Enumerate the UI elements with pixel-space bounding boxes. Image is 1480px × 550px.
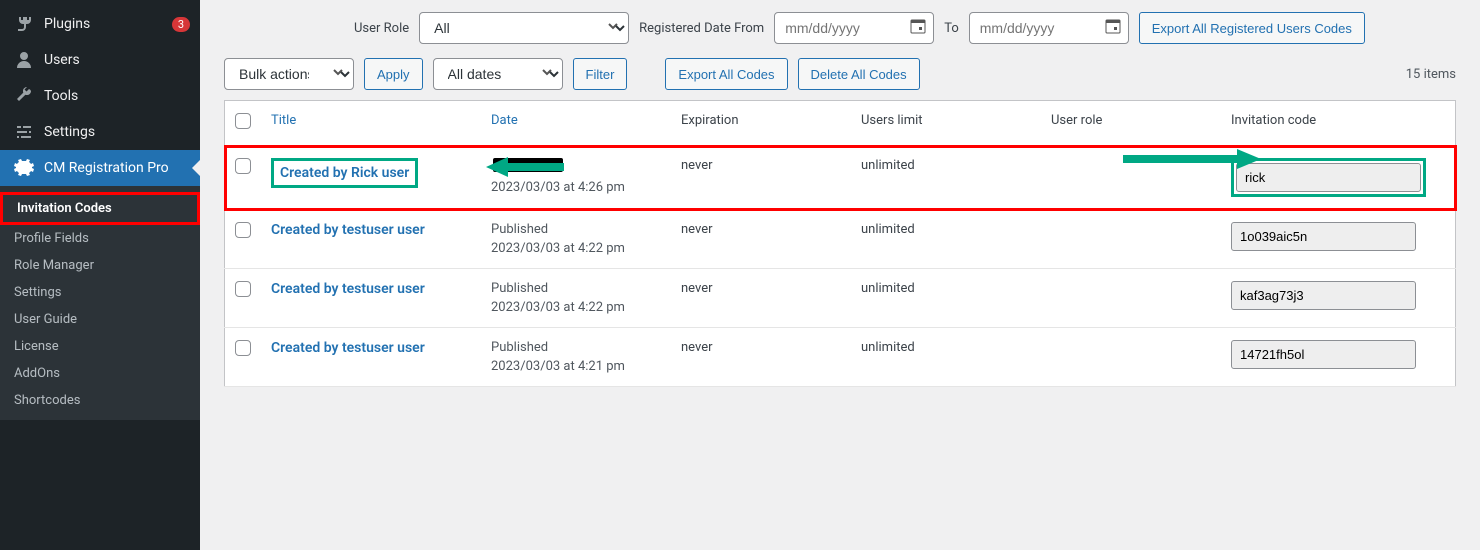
sidebar-item-cm-registration[interactable]: CM Registration Pro [0,150,200,186]
row-expiration: never [671,210,851,269]
sidebar-label: Settings [44,123,190,141]
col-title[interactable]: Title [261,101,481,146]
col-date[interactable]: Date [481,101,671,146]
table-row: Created by testuser user Published 2023/03… [225,328,1456,387]
main-content: User Role All Registered Date From To Ex… [200,0,1480,550]
row-user-role [1041,328,1221,387]
row-date: 2023/03/03 at 4:22 pm [491,241,661,256]
row-status: Published [491,281,548,296]
sidebar-label: Plugins [44,15,166,33]
row-users-limit: unlimited [851,146,1041,210]
row-checkbox[interactable] [235,158,251,174]
table-row: Created by Rick user2023/03/03 at 4:26 p… [225,146,1456,210]
sub-item-role-manager[interactable]: Role Manager [0,252,200,279]
row-status: Published [491,222,548,237]
row-expiration: never [671,146,851,210]
items-count: 15 items [1406,67,1456,82]
arrow-annotation [486,154,566,184]
date-to-input[interactable] [969,12,1129,44]
row-checkbox[interactable] [235,222,251,238]
sidebar-label: Tools [44,87,190,105]
table-row: Created by testuser user Published 2023/03… [225,210,1456,269]
row-user-role [1041,146,1221,210]
row-users-limit: unlimited [851,269,1041,328]
row-title-link[interactable]: Created by testuser user [271,340,425,356]
row-date: 2023/03/03 at 4:22 pm [491,300,661,315]
col-users-limit: Users limit [851,101,1041,146]
row-user-role [1041,269,1221,328]
admin-sidebar: Plugins 3 Users Tools Settings CM Regist… [0,0,200,550]
filter-button[interactable]: Filter [573,58,628,90]
user-icon [14,50,34,70]
row-status: Published [491,340,548,355]
date-from-input[interactable] [774,12,934,44]
row-checkbox[interactable] [235,281,251,297]
col-user-role: User role [1041,101,1221,146]
sliders-icon [14,122,34,142]
plug-icon [14,14,34,34]
row-checkbox[interactable] [235,340,251,356]
action-bar: Bulk actions Apply All dates Filter Expo… [224,58,1456,90]
col-expiration: Expiration [671,101,851,146]
cmreg-submenu: Invitation Codes Profile Fields Role Man… [0,186,200,420]
date-filter-select[interactable]: All dates [433,58,563,90]
sidebar-label: Users [44,51,190,69]
sidebar-item-settings[interactable]: Settings [0,114,200,150]
filter-bar: User Role All Registered Date From To Ex… [224,12,1456,44]
invitation-code-field[interactable] [1231,340,1416,369]
row-users-limit: unlimited [851,210,1041,269]
row-expiration: never [671,328,851,387]
user-role-label: User Role [354,21,409,36]
col-invitation-code: Invitation code [1221,101,1456,146]
sidebar-item-users[interactable]: Users [0,42,200,78]
row-title-link[interactable]: Created by Rick user [280,165,409,181]
user-role-select[interactable]: All [419,12,629,44]
row-user-role [1041,210,1221,269]
sub-item-shortcodes[interactable]: Shortcodes [0,387,200,414]
row-title-link[interactable]: Created by testuser user [271,222,425,238]
delete-all-codes-button[interactable]: Delete All Codes [798,58,920,90]
sidebar-label: CM Registration Pro [44,159,190,177]
sub-item-user-guide[interactable]: User Guide [0,306,200,333]
invitation-code-field[interactable] [1236,163,1421,192]
sub-item-addons[interactable]: AddOns [0,360,200,387]
sub-item-license[interactable]: License [0,333,200,360]
wrench-icon [14,86,34,106]
invitation-code-field[interactable] [1231,281,1416,310]
plugin-update-badge: 3 [172,17,190,32]
sidebar-item-tools[interactable]: Tools [0,78,200,114]
export-registered-users-button[interactable]: Export All Registered Users Codes [1139,12,1365,44]
select-all-checkbox[interactable] [235,113,251,129]
sub-item-invitation-codes[interactable]: Invitation Codes [0,192,200,225]
row-title-link[interactable]: Created by testuser user [271,281,425,297]
export-all-codes-button[interactable]: Export All Codes [665,58,787,90]
sidebar-item-plugins[interactable]: Plugins 3 [0,6,200,42]
row-date: 2023/03/03 at 4:21 pm [491,359,661,374]
arrow-annotation [1121,146,1261,176]
table-row: Created by testuser user Published 2023/03… [225,269,1456,328]
date-to-label: To [944,21,959,36]
row-expiration: never [671,269,851,328]
apply-button[interactable]: Apply [364,58,423,90]
bulk-actions-select[interactable]: Bulk actions [224,58,354,90]
row-users-limit: unlimited [851,328,1041,387]
gear-icon [14,158,34,178]
invitation-codes-table: Title Date Expiration Users limit User r… [224,100,1456,387]
sub-item-profile-fields[interactable]: Profile Fields [0,225,200,252]
invitation-code-field[interactable] [1231,222,1416,251]
date-from-label: Registered Date From [639,21,764,36]
sub-item-settings[interactable]: Settings [0,279,200,306]
